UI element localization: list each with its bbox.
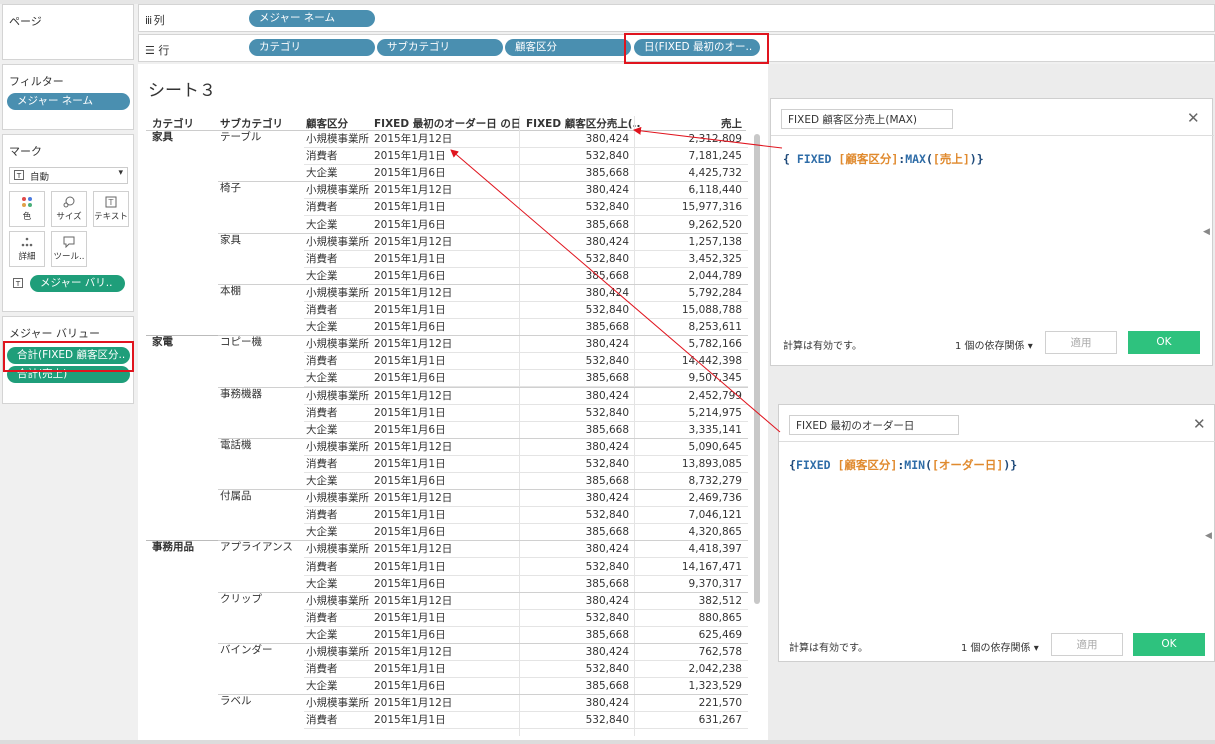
arrow-to-first-order [450, 149, 781, 433]
arrow-to-fixed-sales [633, 126, 783, 149]
bottom-strip [0, 740, 1215, 744]
annotation-arrows [450, 126, 783, 433]
